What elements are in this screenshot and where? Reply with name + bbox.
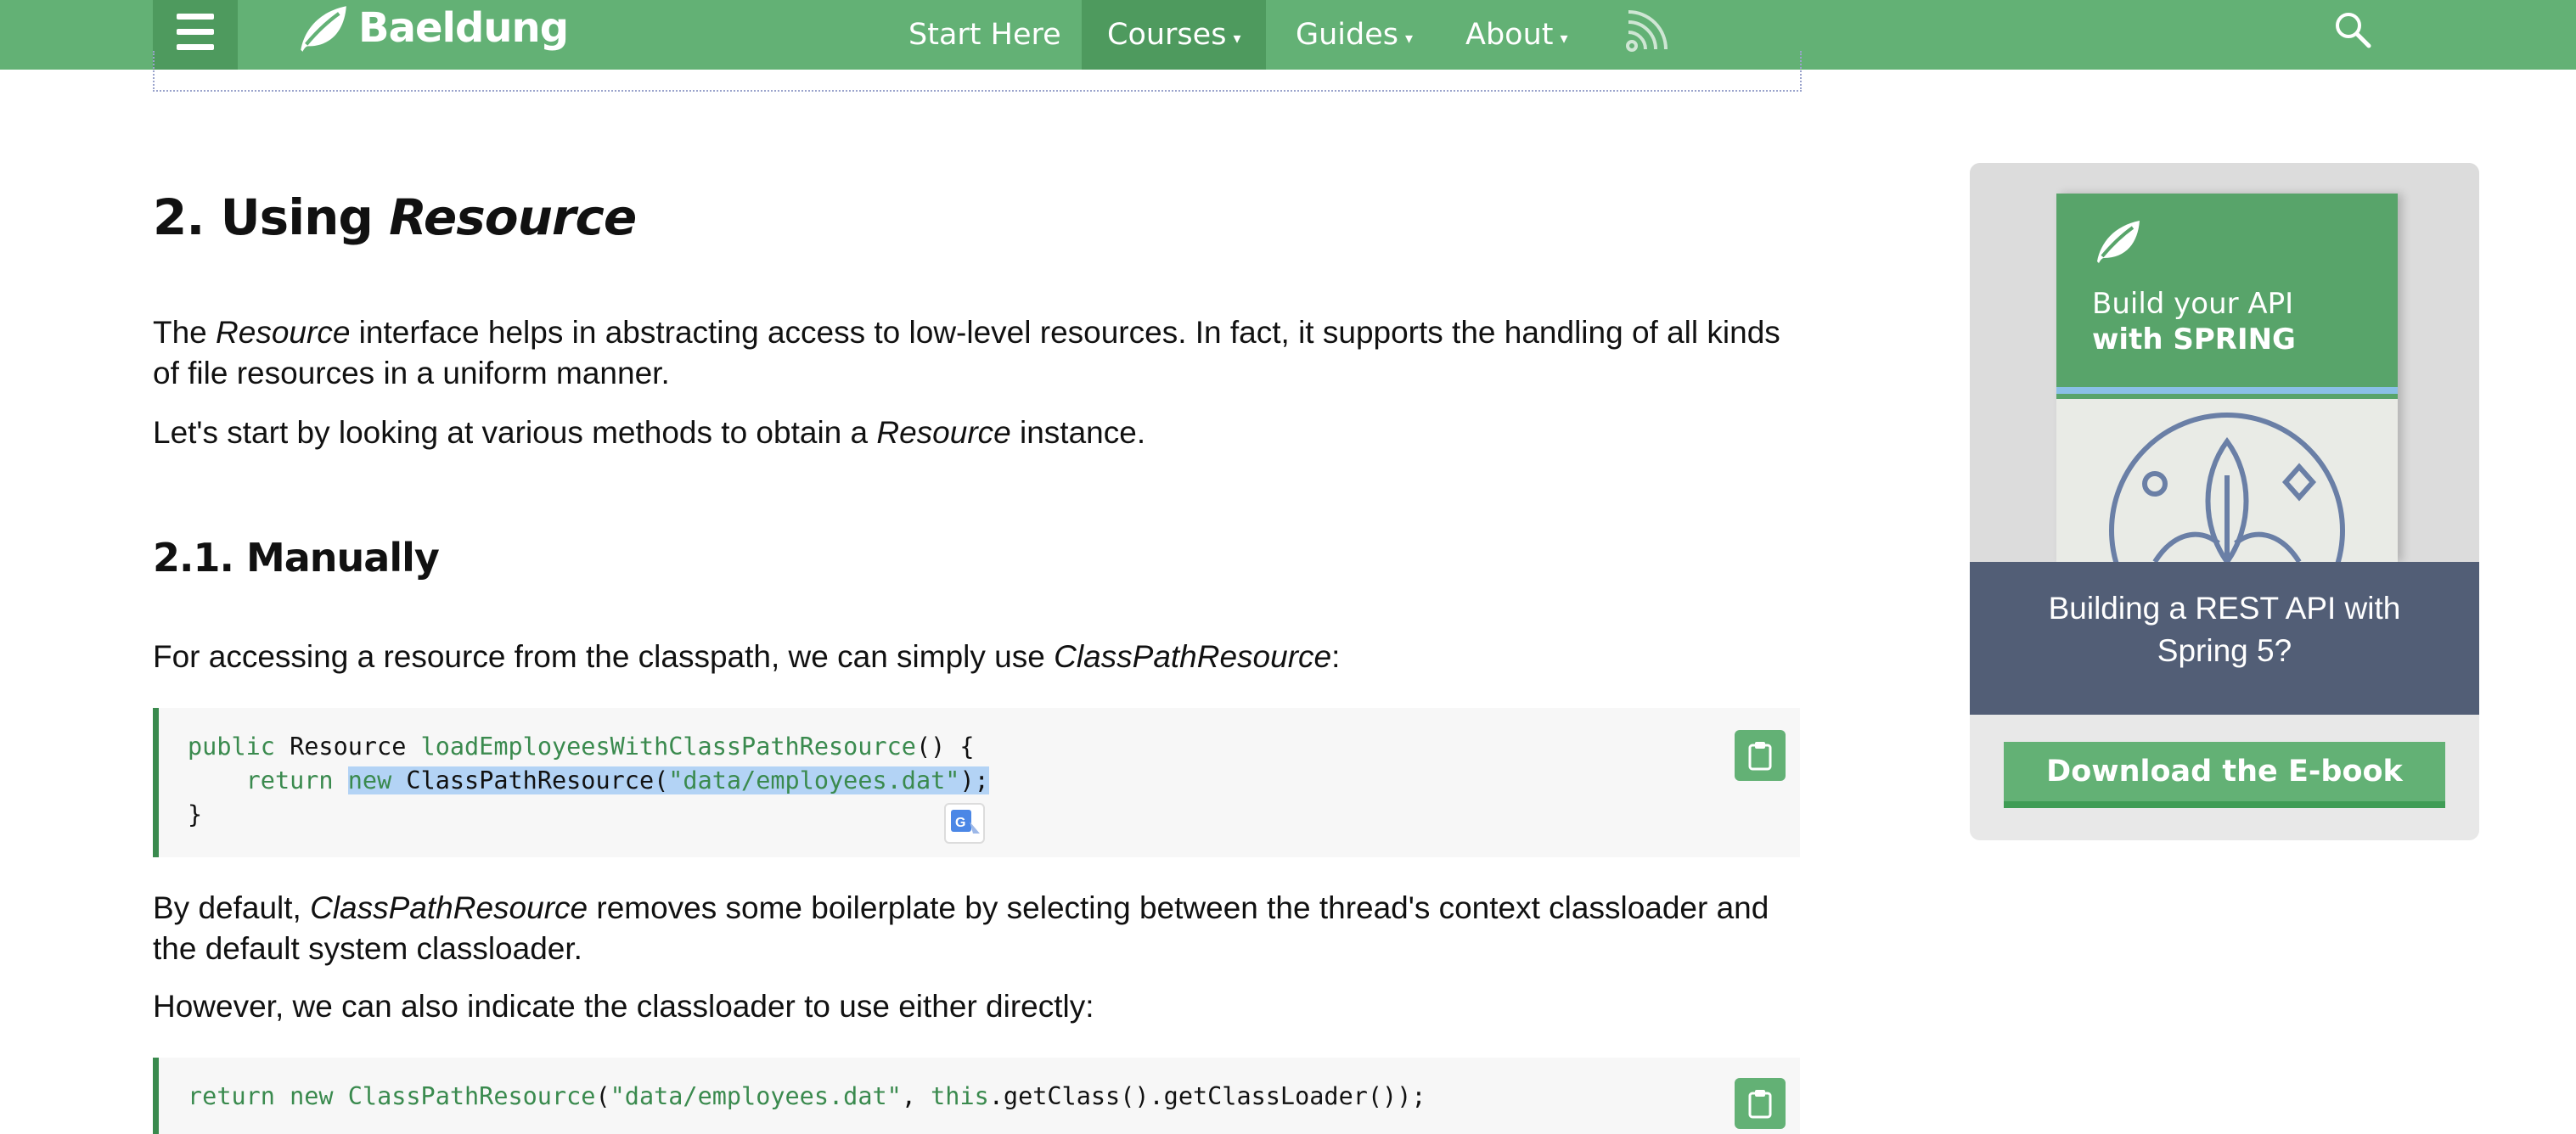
code-text: .getClass().getClassLoader());	[988, 1082, 1426, 1110]
text: The	[153, 315, 217, 350]
paragraph-start: Let's start by looking at various method…	[153, 413, 1800, 453]
code-keyword: return	[245, 766, 334, 794]
code-method: loadEmployeesWithClassPathResource	[420, 733, 916, 761]
code-keyword: return	[188, 1082, 275, 1110]
text-italic: Resource	[216, 315, 351, 350]
book-stripe	[2056, 387, 2398, 394]
book-stripe	[2056, 394, 2398, 399]
site-logo[interactable]: Baeldung	[294, 0, 569, 56]
chevron-down-icon: ▾	[1405, 29, 1414, 48]
svg-text:G: G	[955, 816, 965, 830]
leaf-logo-icon	[2097, 221, 2140, 263]
code-keyword: this	[931, 1082, 989, 1110]
book-title-line2: with SPRING	[2092, 323, 2296, 356]
paragraph-default: By default, ClassPathResource removes so…	[153, 888, 1800, 969]
code-text: }	[188, 800, 203, 828]
code-keyword: new	[274, 1082, 334, 1110]
leaf-logo-icon	[301, 6, 346, 52]
code-block-2[interactable]: return new ClassPathResource("data/emplo…	[153, 1058, 1800, 1134]
ebook-cover-image[interactable]: Build your API with SPRING	[1970, 163, 2479, 562]
nav-start-here-label: Start Here	[908, 18, 1061, 52]
logo-text: Baeldung	[358, 4, 569, 52]
code-text[interactable]: public Resource loadEmployeesWithClassPa…	[188, 730, 1800, 832]
code-text: () {	[915, 733, 975, 761]
paragraph-however: However, we can also indicate the classl…	[153, 989, 1094, 1024]
hamburger-menu-icon-bar	[177, 29, 214, 35]
copy-code-button[interactable]	[1735, 1078, 1786, 1129]
download-ebook-button[interactable]: Download the E-book	[2004, 742, 2445, 808]
copy-code-button[interactable]	[1735, 730, 1786, 781]
nav-courses-label: Courses	[1107, 18, 1227, 52]
book-image: Build your API with SPRING	[2056, 194, 2398, 562]
text: instance.	[1010, 415, 1146, 450]
text-italic: ClassPathResource	[310, 890, 588, 925]
text: :	[1331, 639, 1341, 674]
paragraph-classpath: For accessing a resource from the classp…	[153, 637, 1800, 677]
code-text: ,	[901, 1082, 931, 1110]
chevron-down-icon: ▾	[1560, 29, 1568, 48]
ebook-promo-sidebar: Build your API with SPRING Building a RE…	[1970, 163, 2479, 840]
code-string: "data/employees.dat"	[668, 766, 960, 794]
section-heading-text: 2. Using	[153, 188, 390, 246]
text: For accessing a resource from the classp…	[153, 639, 1055, 674]
code-text: (	[595, 1082, 610, 1110]
caption-line1: Building a REST API with	[2048, 591, 2401, 626]
chevron-down-icon: ▾	[1233, 29, 1241, 48]
code-text: );	[959, 766, 989, 794]
google-translate-icon[interactable]: G	[944, 803, 985, 844]
spring-emblem-icon	[2109, 413, 2345, 562]
code-text[interactable]: return new ClassPathResource("data/emplo…	[188, 1080, 1800, 1114]
code-keyword: new	[347, 766, 392, 794]
code-class: ClassPathResource	[333, 1082, 596, 1110]
section-heading: 2. Using Resource	[153, 188, 637, 246]
google-translate-glyph: G	[951, 810, 980, 834]
ebook-caption: Building a REST API with Spring 5?	[1970, 562, 2479, 715]
hamburger-menu-icon-bar	[177, 44, 214, 50]
selected-text: new ClassPathResource("data/employees.da…	[347, 766, 989, 794]
hamburger-menu-icon	[177, 14, 214, 20]
subsection-heading: 2.1. Manually	[153, 535, 440, 581]
book-title-line1: Build your API	[2092, 287, 2294, 321]
text: interface helps in abstracting access to…	[153, 315, 1780, 390]
nav-guides-label: Guides	[1296, 18, 1399, 52]
clipboard-copy-icon	[1748, 742, 1772, 771]
paragraph-intro: The Resource interface helps in abstract…	[153, 312, 1800, 394]
code-keyword: public	[188, 733, 275, 761]
nav-about-label: About	[1465, 18, 1554, 52]
ad-placeholder-box	[153, 51, 1802, 92]
text-italic: Resource	[876, 415, 1011, 450]
code-string: "data/employees.dat"	[610, 1082, 902, 1110]
text: By default,	[153, 890, 311, 925]
code-type: Resource	[274, 733, 421, 761]
caption-line2: Spring 5?	[2157, 633, 2292, 668]
section-heading-italic: Resource	[389, 188, 637, 246]
text-italic: ClassPathResource	[1054, 639, 1332, 674]
search-icon[interactable]	[2330, 7, 2377, 54]
rss-feed-icon[interactable]	[1620, 7, 1671, 58]
text: Let's start by looking at various method…	[153, 415, 877, 450]
clipboard-copy-icon	[1748, 1090, 1772, 1119]
code-class: ClassPathResource(	[391, 766, 669, 794]
